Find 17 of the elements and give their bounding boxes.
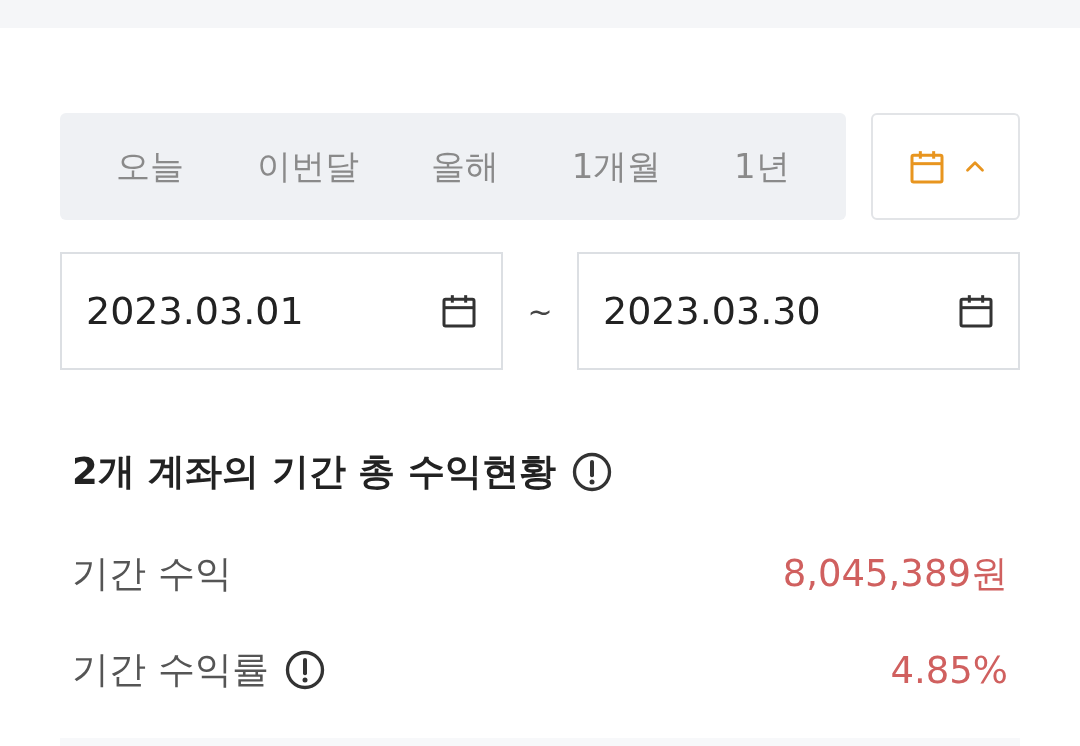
range-separator: ~ xyxy=(526,293,554,329)
period-tab[interactable]: 1년 xyxy=(726,137,798,196)
section-title: 2개 계좌의 기간 총 수익현황 xyxy=(72,449,557,495)
period-tab[interactable]: 이번달 xyxy=(248,137,367,196)
period-tab[interactable]: 1개월 xyxy=(563,137,670,196)
metric-label: 기간 수익률 xyxy=(72,647,269,693)
period-tab[interactable]: 올해 xyxy=(423,137,508,196)
metric-value: 8,045,389원 xyxy=(782,551,1008,597)
metric-value: 4.85% xyxy=(890,648,1008,692)
end-date-field[interactable]: 2023.03.30 xyxy=(577,252,1020,370)
calendar-toggle-button[interactable] xyxy=(871,113,1020,220)
info-icon[interactable] xyxy=(284,650,325,690)
period-tab[interactable]: 오늘 xyxy=(108,137,193,196)
start-date-field[interactable]: 2023.03.01 xyxy=(60,252,503,370)
metric-label: 기간 수익 xyxy=(72,551,232,597)
caret-icon xyxy=(964,160,985,173)
info-icon[interactable] xyxy=(572,452,613,492)
